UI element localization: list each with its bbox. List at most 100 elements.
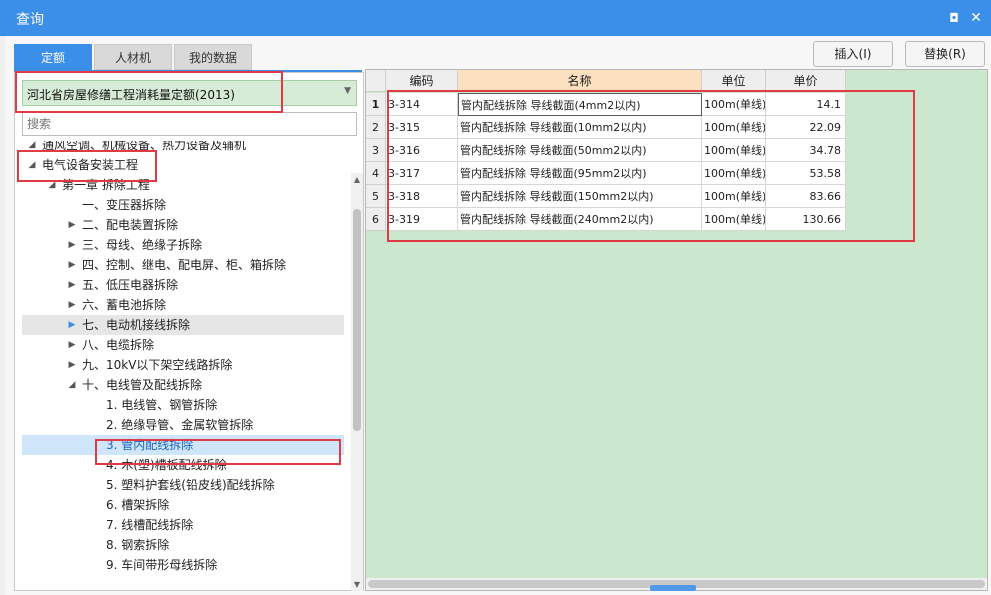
column-header-price[interactable]: 单价 xyxy=(766,70,846,92)
collapse-arrow-icon[interactable]: ◢ xyxy=(66,375,78,395)
library-select[interactable]: 河北省房屋修缮工程消耗量定额(2013) ▼ xyxy=(22,80,357,106)
tree-node[interactable]: ◢ 第一章 拆除工程 xyxy=(22,175,344,195)
tree-node-label: 三、母线、绝缘子拆除 xyxy=(82,238,203,252)
grid-cell-price[interactable]: 130.66 xyxy=(766,208,846,231)
tree-node-label: 四、控制、继电、配电屏、柜、箱拆除 xyxy=(82,258,287,272)
expand-arrow-icon[interactable]: ▶ xyxy=(66,295,78,315)
grid-cell-name[interactable]: 管内配线拆除 导线截面(95mm2以内) xyxy=(458,162,702,185)
grid-cell-code[interactable]: 3-315 xyxy=(386,116,458,139)
collapse-arrow-icon[interactable]: ◢ xyxy=(26,155,38,175)
tree-node[interactable]: 5. 塑料护套线(铅皮线)配线拆除 xyxy=(22,475,344,495)
tree-node[interactable]: ◢ 十、电线管及配线拆除 xyxy=(22,375,344,395)
grid-cell-price[interactable]: 22.09 xyxy=(766,116,846,139)
tree-node[interactable]: ▶ 六、蓄电池拆除 xyxy=(22,295,344,315)
grid-cell-price[interactable]: 14.1 xyxy=(766,93,846,116)
tree-node[interactable]: ▶ 七、电动机接线拆除 xyxy=(22,315,344,335)
expand-arrow-icon[interactable]: ▶ xyxy=(66,335,78,355)
grid-cell-code[interactable]: 3-316 xyxy=(386,139,458,162)
window-title: 查询 xyxy=(16,12,44,28)
close-icon[interactable]: ✕ xyxy=(966,8,986,28)
tree-node[interactable]: ◢ 电气设备安装工程 xyxy=(22,155,344,175)
tree-node-label: 4. 木(塑)槽板配线拆除 xyxy=(106,458,227,472)
grid-cell-name[interactable]: 管内配线拆除 导线截面(50mm2以内) xyxy=(458,139,702,162)
expand-arrow-icon[interactable]: ▶ xyxy=(66,215,78,235)
row-number[interactable]: 5 xyxy=(366,185,386,208)
grid-cell-unit[interactable]: 100m(单线) xyxy=(702,185,766,208)
tree-node-label: 六、蓄电池拆除 xyxy=(82,298,167,312)
grid-cell-name[interactable]: 管内配线拆除 导线截面(10mm2以内) xyxy=(458,116,702,139)
grid-cell-price[interactable]: 53.58 xyxy=(766,162,846,185)
library-select-value: 河北省房屋修缮工程消耗量定额(2013) xyxy=(27,88,235,102)
grid-cell-unit[interactable]: 100m(单线) xyxy=(702,208,766,231)
tree-scrollbar[interactable]: ▲ ▼ xyxy=(351,173,363,591)
expand-arrow-icon[interactable]: ▶ xyxy=(66,235,78,255)
tree-node-label: 电气设备安装工程 xyxy=(42,158,139,172)
grid-cell-unit[interactable]: 100m(单线) xyxy=(702,93,766,116)
row-number[interactable]: 4 xyxy=(366,162,386,185)
grid-cell-name[interactable]: 管内配线拆除 导线截面(150mm2以内) xyxy=(458,185,702,208)
expand-arrow-icon[interactable]: ▶ xyxy=(66,255,78,275)
search-input[interactable] xyxy=(22,112,357,136)
expand-arrow-icon[interactable]: ▶ xyxy=(66,355,78,375)
tree-node[interactable]: 6. 槽架拆除 xyxy=(22,495,344,515)
tree-node[interactable]: 9. 车间带形母线拆除 xyxy=(22,555,344,575)
tree-scroll-thumb[interactable] xyxy=(353,209,361,431)
tree-node[interactable]: ▶ 三、母线、绝缘子拆除 xyxy=(22,235,344,255)
tree-node[interactable]: 8. 钢索拆除 xyxy=(22,535,344,555)
tree-node-label: 8. 钢索拆除 xyxy=(106,538,170,552)
tree-node[interactable]: 1. 电线管、钢管拆除 xyxy=(22,395,344,415)
scroll-down-icon[interactable]: ▼ xyxy=(351,580,363,589)
query-dialog: 定额 人材机 我的数据 插入(I) 替换(R) 河北省房屋修缮工程消耗量定额(2… xyxy=(5,36,991,595)
tree-node[interactable]: 4. 木(塑)槽板配线拆除 xyxy=(22,455,344,475)
grid-cell-name[interactable]: 管内配线拆除 导线截面(4mm2以内) xyxy=(458,93,702,116)
grid-cell-unit[interactable]: 100m(单线) xyxy=(702,116,766,139)
grid-cell-unit[interactable]: 100m(单线) xyxy=(702,139,766,162)
column-header-name[interactable]: 名称 xyxy=(458,70,702,92)
collapse-arrow-icon[interactable]: ◢ xyxy=(26,141,38,155)
expand-arrow-icon[interactable]: ▶ xyxy=(66,275,78,295)
tree-node[interactable]: ◢ 通风空调、机械设备、热力设备及辅机 xyxy=(22,141,344,155)
tree-node-label: 通风空调、机械设备、热力设备及辅机 xyxy=(42,141,247,152)
tree-node-label: 第一章 拆除工程 xyxy=(62,178,150,192)
title-bar: 查询 ◘ ✕ xyxy=(0,0,991,36)
tab-my-data[interactable]: 我的数据 xyxy=(174,44,252,70)
column-header-unit[interactable]: 单位 xyxy=(702,70,766,92)
grid-cell-price[interactable]: 83.66 xyxy=(766,185,846,208)
tree-node[interactable]: 7. 线槽配线拆除 xyxy=(22,515,344,535)
grid-corner xyxy=(366,70,386,92)
tab-materials[interactable]: 人材机 xyxy=(94,44,172,70)
row-number[interactable]: 6 xyxy=(366,208,386,231)
scroll-up-icon[interactable]: ▲ xyxy=(351,175,363,184)
tree-node[interactable]: ▶ 二、配电装置拆除 xyxy=(22,215,344,235)
maximize-icon[interactable]: ◘ xyxy=(944,8,964,28)
column-header-code[interactable]: 编码 xyxy=(386,70,458,92)
insert-button[interactable]: 插入(I) xyxy=(813,41,893,67)
grid-cell-price[interactable]: 34.78 xyxy=(766,139,846,162)
tree-node[interactable]: ▶ 四、控制、继电、配电屏、柜、箱拆除 xyxy=(22,255,344,275)
tree-node[interactable]: 3. 管内配线拆除 xyxy=(22,435,344,455)
grid-cell-name[interactable]: 管内配线拆除 导线截面(240mm2以内) xyxy=(458,208,702,231)
replace-button[interactable]: 替换(R) xyxy=(905,41,985,67)
row-number[interactable]: 2 xyxy=(366,116,386,139)
chapter-tree: ◢ 通风空调、机械设备、热力设备及辅机 ◢ 电气设备安装工程 ◢ 第一章 拆除工程一、变压… xyxy=(22,141,344,589)
collapse-arrow-icon[interactable]: ◢ xyxy=(46,175,58,195)
tab-quota[interactable]: 定额 xyxy=(14,44,92,70)
panel-splitter-handle[interactable] xyxy=(650,585,696,591)
row-number[interactable]: 3 xyxy=(366,139,386,162)
expand-arrow-icon[interactable]: ▶ xyxy=(66,315,78,335)
tree-node[interactable]: 一、变压器拆除 xyxy=(22,195,344,215)
tree-node[interactable]: ▶ 八、电缆拆除 xyxy=(22,335,344,355)
left-panel: 河北省房屋修缮工程消耗量定额(2013) ▼ ◢ 通风空调、机械设备、热力设备及辅… xyxy=(14,72,364,591)
tree-node[interactable]: 2. 绝缘导管、金属软管拆除 xyxy=(22,415,344,435)
tree-node-label: 九、10kV以下架空线路拆除 xyxy=(82,358,233,372)
chevron-down-icon[interactable]: ▼ xyxy=(344,86,351,96)
tree-node[interactable]: ▶ 九、10kV以下架空线路拆除 xyxy=(22,355,344,375)
grid-cell-code[interactable]: 3-319 xyxy=(386,208,458,231)
grid-cell-code[interactable]: 3-317 xyxy=(386,162,458,185)
grid-cell-unit[interactable]: 100m(单线) xyxy=(702,162,766,185)
row-number[interactable]: 1 xyxy=(366,93,386,116)
tree-node-label: 2. 绝缘导管、金属软管拆除 xyxy=(106,418,254,432)
grid-cell-code[interactable]: 3-318 xyxy=(386,185,458,208)
grid-cell-code[interactable]: 3-314 xyxy=(386,93,458,116)
tree-node[interactable]: ▶ 五、低压电器拆除 xyxy=(22,275,344,295)
